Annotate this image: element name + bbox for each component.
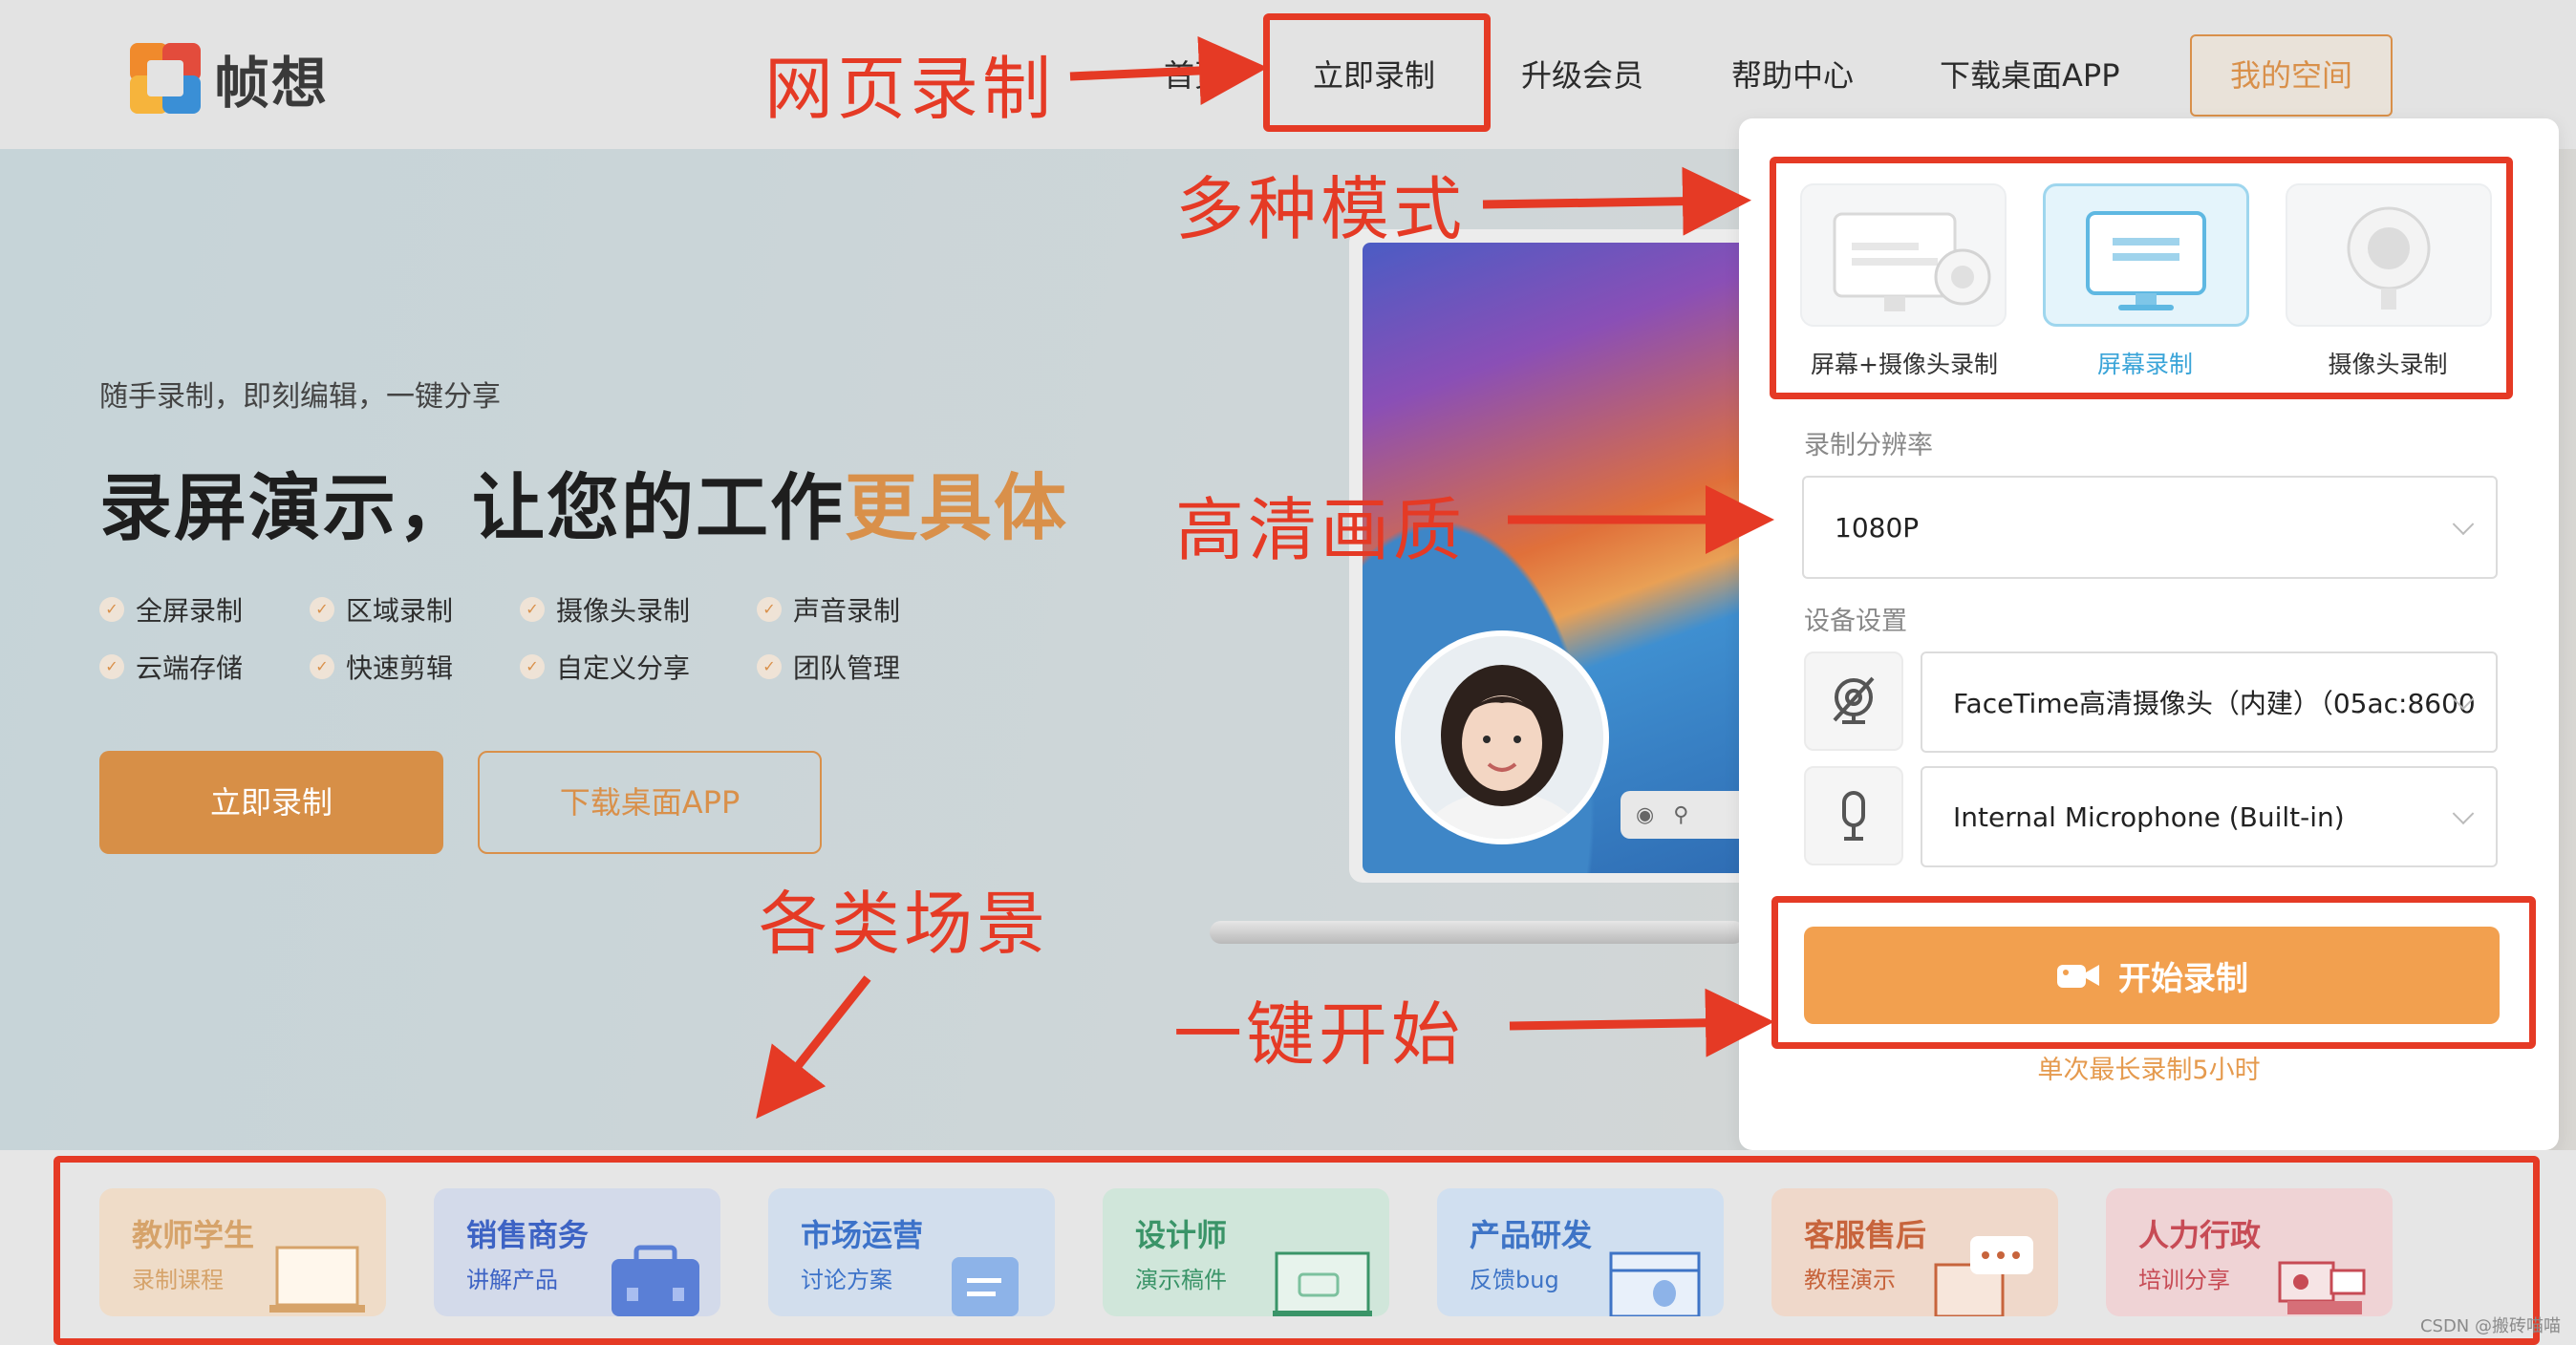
- arrow-to-nav: [1069, 36, 1268, 105]
- arrow-to-scenes: [756, 975, 871, 1120]
- arrow-to-start: [1509, 988, 1774, 1057]
- arrow-to-modes: [1482, 166, 1751, 236]
- watermark: CSDN @搬砖喵喵: [2419, 1316, 2561, 1336]
- annotation-arrows: [756, 36, 1774, 1120]
